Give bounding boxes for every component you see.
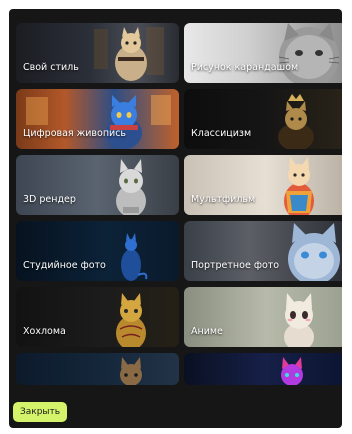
style-label: Портретное фото: [191, 260, 280, 271]
cat-image: [120, 357, 142, 385]
style-tile-digital-painting[interactable]: Цифровая живопись: [16, 89, 179, 149]
style-tile-partial-right[interactable]: [184, 353, 342, 385]
style-label: Мультфильм: [191, 194, 256, 205]
style-picker-panel: Свой стиль Рисунок карандашом Цифровая ж…: [9, 9, 342, 428]
style-tile-cartoon[interactable]: Мультфильм: [184, 155, 342, 215]
anime-cat-image: [284, 293, 314, 347]
close-button[interactable]: Закрыть: [13, 402, 68, 422]
style-label: Студийное фото: [23, 260, 106, 271]
style-tile-partial-left[interactable]: [16, 353, 179, 385]
ninja-cat-image: [94, 27, 164, 81]
style-label: Хохлома: [23, 326, 66, 337]
style-label: Рисунок карандашом: [191, 62, 299, 73]
style-tile-portrait-photo[interactable]: Портретное фото: [184, 221, 342, 281]
style-tile-pencil-drawing[interactable]: Рисунок карандашом: [184, 23, 342, 83]
pencil-cat-image: [278, 23, 340, 83]
classicism-cat-image: [278, 94, 314, 149]
style-tile-khokhloma[interactable]: Хохлома: [16, 287, 179, 347]
cartoon-cat-image: [284, 157, 314, 215]
style-grid: Свой стиль Рисунок карандашом Цифровая ж…: [16, 23, 342, 385]
style-label: Аниме: [191, 326, 223, 337]
studio-photo-cat-image: [121, 233, 148, 281]
style-tile-classicism[interactable]: Классицизм: [184, 89, 342, 149]
render-3d-cat-image: [116, 159, 146, 215]
neon-cat-image: [281, 357, 303, 385]
style-tile-studio-photo[interactable]: Студийное фото: [16, 221, 179, 281]
style-label: Цифровая живопись: [23, 128, 127, 139]
digital-painting-cat-image: [26, 95, 171, 149]
khokhloma-cat-image: [116, 293, 146, 347]
style-label: 3D рендер: [23, 194, 76, 205]
style-tile-3d-render[interactable]: 3D рендер: [16, 155, 179, 215]
style-label: Классицизм: [191, 128, 252, 139]
style-tile-own-style[interactable]: Свой стиль: [16, 23, 179, 83]
style-tile-anime[interactable]: Аниме: [184, 287, 342, 347]
style-label: Свой стиль: [23, 62, 79, 73]
portrait-photo-cat-image: [288, 223, 340, 281]
